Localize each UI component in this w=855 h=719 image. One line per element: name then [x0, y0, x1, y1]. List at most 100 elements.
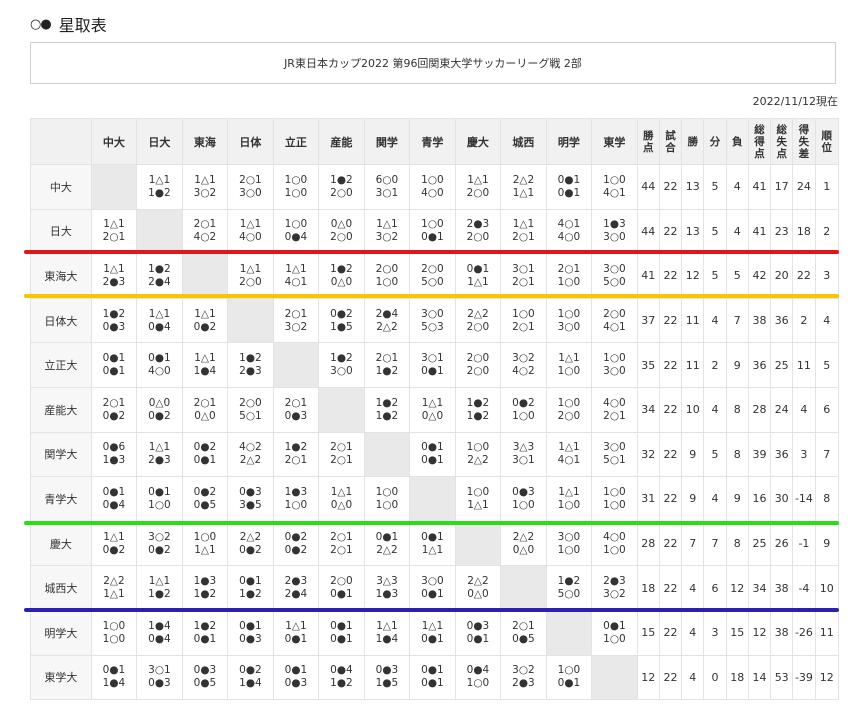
match-result-cell: 1△1 4○1: [545, 431, 593, 478]
stat-cell: 31: [636, 476, 660, 522]
match-result-cell: 1△1 0●2: [181, 297, 229, 344]
match-result-cell: 0●1 0●1: [409, 431, 456, 478]
stat-cell: 35: [636, 342, 660, 388]
section-heading: ○● 星取表: [30, 12, 107, 36]
match-score: 3○1: [148, 664, 171, 677]
stat-cell: 41: [636, 253, 660, 299]
match-score: 1●3: [375, 588, 399, 601]
stat-cell: 28: [636, 520, 660, 567]
stat-cell: 25: [747, 520, 772, 567]
match-score: 2○0: [330, 575, 353, 588]
stat-cell: 20: [770, 253, 794, 299]
match-result-cell: 1○0 1○0: [363, 476, 411, 522]
divider-line-green: [24, 521, 839, 525]
match-score: 1△1: [103, 262, 125, 275]
match-score: 2△2: [512, 173, 535, 186]
stat-cell: 8: [725, 386, 749, 433]
stat-cell: 26: [770, 520, 794, 567]
match-result-cell: 0●3 0●1: [454, 609, 502, 656]
match-result-cell: 2△2 0△0: [500, 520, 547, 567]
stat-cell: 38: [770, 609, 794, 656]
match-score: 1△1: [376, 619, 398, 632]
match-result-cell: 1●2 2●4: [136, 253, 183, 299]
stat-cell: -39: [792, 654, 816, 701]
stat-header-char: 試: [665, 129, 676, 142]
match-result-cell: 1○0 0●1: [545, 654, 593, 701]
match-result-cell: 2○1 0●3: [272, 386, 320, 433]
stat-cell: 18: [725, 654, 749, 701]
match-score: 2○0: [466, 352, 490, 365]
match-score: 0●2: [102, 409, 126, 422]
match-result-cell: 1●3 3○0: [591, 208, 638, 255]
match-result-cell: 4○1 4○0: [545, 208, 593, 255]
stat-cell: -26: [792, 609, 816, 656]
match-score: 0●1: [193, 454, 217, 467]
match-score: 4○0: [421, 186, 444, 199]
match-score: 1●2: [466, 409, 490, 422]
match-score: 1●5: [330, 320, 353, 333]
stat-cell: 14: [747, 654, 772, 701]
match-score: 4○0: [239, 231, 262, 244]
stat-header: 順位: [814, 118, 840, 165]
stat-cell: 8: [814, 476, 840, 522]
match-result-cell: 0△0 2○0: [318, 208, 365, 255]
stat-cell: 22: [658, 431, 683, 478]
stat-cell: 23: [770, 208, 794, 255]
match-score: 1○0: [284, 173, 308, 186]
match-result-cell: 1●4 0●4: [136, 609, 183, 656]
stat-cell: 8: [725, 520, 749, 567]
page-title: 星取表: [58, 16, 107, 35]
match-score: 1●3: [603, 218, 626, 231]
match-score: 1●2: [148, 588, 171, 601]
team-name: 関学大: [30, 431, 92, 478]
stat-header: 分: [703, 118, 727, 165]
match-score: 2○0: [466, 365, 490, 378]
stat-header: 総得点: [747, 118, 772, 165]
match-result-cell: 3○0 5○0: [591, 253, 638, 299]
match-result-cell: 1●2 0●3: [90, 297, 138, 344]
match-score: 1○0: [375, 275, 399, 288]
match-score: 2●4: [375, 307, 399, 320]
match-score: 2○1: [102, 231, 126, 244]
match-score: 5○0: [557, 588, 581, 601]
match-result-cell: 1○0 2○0: [545, 386, 593, 433]
team-name: 東学大: [30, 654, 92, 701]
stat-cell: 4: [703, 297, 727, 344]
match-score: 2△2: [467, 575, 489, 588]
match-result-cell: 0●1 0●1: [545, 164, 593, 210]
match-result-cell: 1△1 1●4: [181, 342, 229, 388]
match-score: 1△1: [421, 619, 444, 632]
match-score: 2○0: [421, 262, 444, 275]
stat-cell: 12: [747, 609, 772, 656]
match-result-cell: 0●1 1●2: [227, 565, 274, 611]
stat-cell: 37: [636, 297, 660, 344]
match-score: 0●5: [193, 677, 217, 690]
match-score: 0●5: [512, 632, 535, 645]
table-row: 立正大 0●1 0●1 0●1 4○0 1△1 1●4 1●2 2●3 1●2 3○0 2○1 1●2 3…: [30, 342, 840, 388]
match-result-cell: 2○0 4○1: [591, 297, 638, 344]
match-score: 0●2: [193, 320, 217, 333]
self-match-cell: [90, 164, 138, 210]
match-result-cell: 1○0 0●1: [409, 208, 456, 255]
match-result-cell: 1△1 3○2: [363, 208, 411, 255]
stat-cell: 5: [703, 208, 727, 255]
match-result-cell: 0●1 1○0: [591, 609, 638, 656]
match-score: 0△0: [421, 409, 444, 422]
match-score: 1●2: [102, 307, 126, 320]
column-header: 関学: [363, 118, 411, 165]
match-score: 1△1: [103, 530, 125, 543]
match-score: 2●3: [512, 677, 535, 690]
match-score: 0●5: [193, 498, 217, 511]
match-score: 1○0: [557, 543, 581, 556]
match-result-cell: 1○0 1△1: [181, 520, 229, 567]
table-row: 関学大 0●6 1●3 1△1 2●3 0●2 0●1 4○2 2△2 1●2 2○1 2○1 2○1 0…: [30, 431, 840, 478]
match-score: 0●2: [284, 543, 308, 556]
stat-cell: 24: [792, 164, 816, 210]
match-result-cell: 1●2 5○0: [545, 565, 593, 611]
stat-cell: 34: [636, 386, 660, 433]
match-score: 0●1: [239, 575, 262, 588]
column-header: 東海: [181, 118, 229, 165]
match-result-cell: 1○0 1○0: [591, 476, 638, 522]
match-score: 4○0: [557, 231, 581, 244]
match-score: 3○0: [557, 320, 581, 333]
